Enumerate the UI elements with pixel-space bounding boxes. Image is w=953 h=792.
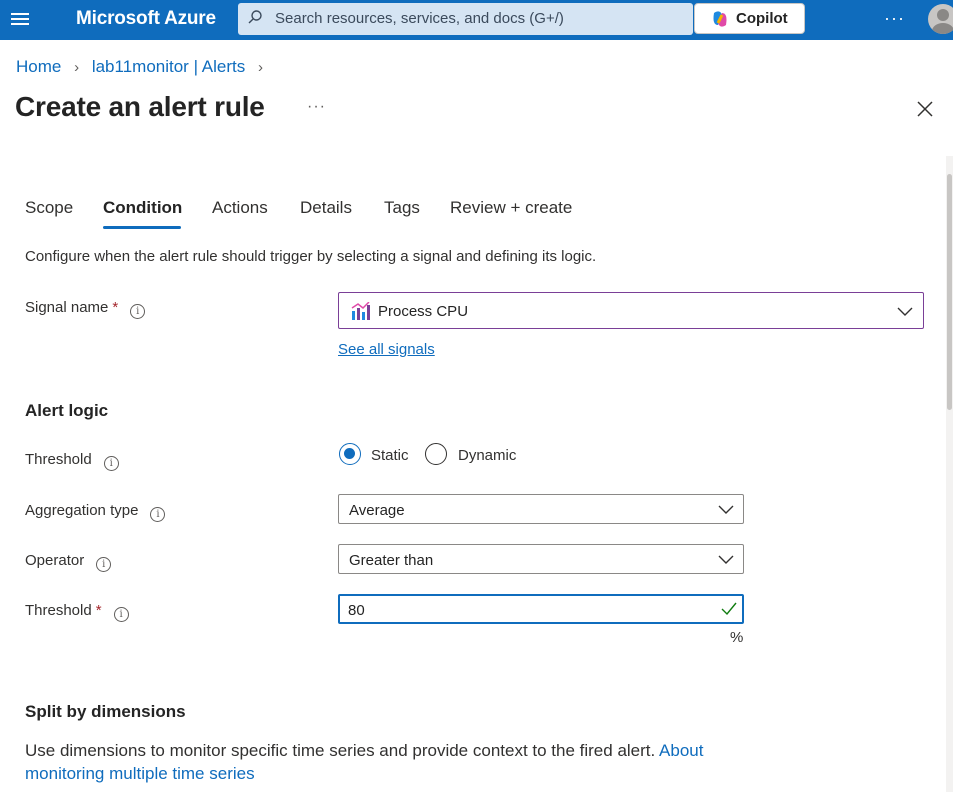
breadcrumb: Home › lab11monitor | Alerts › — [16, 57, 271, 77]
active-tab-indicator — [103, 226, 181, 229]
tab-review-create[interactable]: Review + create — [450, 198, 572, 218]
split-by-dimensions-heading: Split by dimensions — [25, 702, 186, 721]
split-description: Use dimensions to monitor specific time … — [25, 739, 745, 785]
breadcrumb-home[interactable]: Home — [16, 57, 61, 76]
checkmark-icon — [721, 602, 737, 616]
breadcrumb-alerts[interactable]: lab11monitor | Alerts — [92, 57, 245, 76]
user-avatar-icon — [932, 9, 953, 34]
aggregation-type-label: Aggregation type i — [25, 502, 166, 522]
info-icon[interactable]: i — [96, 557, 112, 572]
signal-name-text: Signal name — [25, 299, 109, 316]
info-icon[interactable]: i — [113, 607, 129, 622]
aggregation-type-text: Aggregation type — [25, 502, 139, 519]
copilot-label: Copilot — [736, 10, 788, 27]
threshold-type-label: Threshold i — [25, 451, 119, 471]
operator-dropdown[interactable]: Greater than — [338, 544, 744, 574]
threshold-value-field[interactable] — [338, 594, 744, 624]
aggregation-type-dropdown[interactable]: Average — [338, 494, 744, 524]
see-all-signals-link[interactable]: See all signals — [338, 341, 435, 358]
aggregation-type-value: Average — [349, 502, 405, 519]
tab-details[interactable]: Details — [300, 198, 352, 218]
dynamic-radio[interactable] — [425, 443, 447, 465]
required-marker: * — [112, 299, 119, 316]
operator-value: Greater than — [349, 552, 434, 569]
avatar[interactable] — [928, 4, 953, 34]
chevron-right-icon: › — [257, 59, 263, 76]
tab-tags[interactable]: Tags — [384, 198, 420, 218]
page-title: Create an alert rule — [15, 91, 265, 122]
chevron-down-icon — [718, 555, 734, 564]
signal-name-value: Process CPU — [378, 303, 469, 320]
threshold-value-input[interactable] — [348, 600, 708, 620]
signal-name-label: Signal name * i — [25, 299, 146, 319]
metric-chart-icon — [351, 302, 370, 320]
tab-scope[interactable]: Scope — [25, 198, 73, 218]
info-icon[interactable]: i — [103, 456, 119, 471]
static-radio-label[interactable]: Static — [371, 447, 409, 464]
tab-actions[interactable]: Actions — [212, 198, 268, 218]
info-icon[interactable]: i — [150, 507, 166, 522]
more-options-icon[interactable]: ··· — [884, 8, 905, 29]
dynamic-radio-label[interactable]: Dynamic — [458, 447, 516, 464]
top-navigation-bar: Microsoft Azure Search resources, servic… — [0, 0, 953, 40]
static-radio[interactable] — [339, 443, 361, 465]
azure-brand[interactable]: Microsoft Azure — [76, 8, 216, 30]
operator-label: Operator i — [25, 552, 112, 572]
search-placeholder[interactable]: Search resources, services, and docs (G+… — [275, 10, 564, 27]
scrollbar-thumb[interactable] — [947, 174, 952, 410]
copilot-button[interactable]: Copilot — [694, 3, 805, 34]
condition-description: Configure when the alert rule should tri… — [25, 248, 597, 265]
threshold-unit: % — [730, 629, 744, 646]
required-marker: * — [95, 602, 102, 619]
scrollbar[interactable] — [946, 156, 953, 792]
chevron-down-icon — [718, 505, 734, 514]
operator-text: Operator — [25, 552, 85, 569]
tab-condition[interactable]: Condition — [103, 198, 182, 218]
search-icon — [248, 10, 262, 24]
signal-name-dropdown[interactable]: Process CPU — [338, 292, 924, 329]
alert-logic-heading: Alert logic — [25, 401, 109, 420]
threshold-type-text: Threshold — [25, 451, 92, 468]
info-icon[interactable]: i — [130, 304, 146, 319]
hamburger-menu-icon[interactable] — [10, 10, 30, 30]
chevron-right-icon: › — [74, 59, 80, 76]
close-icon[interactable] — [915, 99, 935, 119]
threshold-value-text: Threshold — [25, 602, 92, 619]
threshold-value-label: Threshold * i — [25, 602, 129, 622]
chevron-down-icon — [897, 307, 913, 316]
title-more-icon[interactable]: ··· — [307, 98, 326, 116]
copilot-icon — [713, 11, 727, 27]
split-text: Use dimensions to monitor specific time … — [25, 741, 656, 760]
